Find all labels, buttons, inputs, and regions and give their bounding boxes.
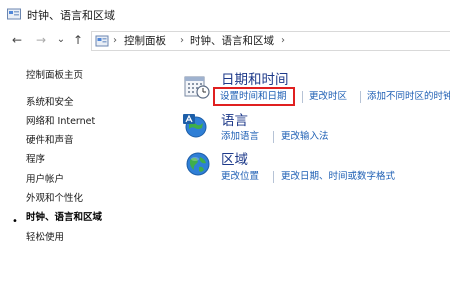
breadcrumb-control-panel[interactable]: 控制面板: [124, 35, 166, 48]
breadcrumb-separator[interactable]: ›: [281, 34, 285, 48]
window-title: 时钟、语言和区域: [27, 9, 115, 22]
link-divider: [273, 131, 274, 143]
sidebar-item-home[interactable]: 控制面板主页: [26, 70, 83, 82]
task-change-location[interactable]: 更改位置: [221, 171, 259, 183]
link-divider: [360, 91, 361, 103]
forward-button[interactable]: →: [33, 32, 49, 48]
task-change-time-zone[interactable]: 更改时区: [309, 91, 347, 103]
task-change-input-method[interactable]: 更改输入法: [281, 131, 329, 143]
link-divider: [302, 91, 303, 103]
region-globe-icon[interactable]: [185, 151, 211, 177]
link-divider: [273, 171, 274, 183]
recent-locations-dropdown[interactable]: ⌄: [53, 32, 69, 48]
breadcrumb-clock-language-region[interactable]: 时钟、语言和区域: [190, 35, 274, 48]
current-item-bullet: •: [12, 216, 18, 227]
task-add-language[interactable]: 添加语言: [221, 131, 259, 143]
sidebar-item-programs[interactable]: 程序: [26, 154, 45, 166]
sidebar-item-system-security[interactable]: 系统和安全: [26, 97, 74, 109]
task-change-date-time-number-formats[interactable]: 更改日期、时间或数字格式: [281, 171, 395, 183]
up-button[interactable]: ↑: [70, 32, 86, 48]
sidebar-item-ease-of-access[interactable]: 轻松使用: [26, 232, 64, 244]
red-highlight-annotation: [213, 87, 295, 106]
breadcrumb-separator: ›: [113, 35, 117, 46]
language-globe-icon[interactable]: [183, 113, 209, 139]
task-add-clocks-different-time-zones[interactable]: 添加不同时区的时钟: [367, 91, 450, 103]
address-bar[interactable]: › 控制面板 › 时钟、语言和区域 ›: [91, 31, 450, 51]
sidebar-item-network-internet[interactable]: 网络和 Internet: [26, 116, 95, 128]
title-bar: 时钟、语言和区域: [0, 0, 450, 28]
back-button[interactable]: ←: [9, 32, 25, 48]
sidebar-item-user-accounts[interactable]: 用户帐户: [26, 174, 64, 186]
category-title-language[interactable]: 语言: [221, 113, 248, 129]
calendar-clock-icon[interactable]: [184, 74, 210, 100]
category-title-date-time[interactable]: 日期和时间: [221, 72, 289, 88]
sidebar-item-appearance[interactable]: 外观和个性化: [26, 193, 83, 205]
breadcrumb-separator[interactable]: ›: [180, 34, 184, 48]
sidebar-item-hardware-sound[interactable]: 硬件和声音: [26, 135, 74, 147]
sidebar-item-clock-language-region[interactable]: 时钟、语言和区域: [26, 212, 102, 224]
navigation-bar: ← → ⌄ ↑ › 控制面板 › 时钟、语言和区域 ›: [0, 28, 450, 54]
control-panel-icon: [7, 8, 21, 20]
control-panel-icon: [95, 35, 109, 47]
category-title-region[interactable]: 区域: [221, 152, 248, 168]
